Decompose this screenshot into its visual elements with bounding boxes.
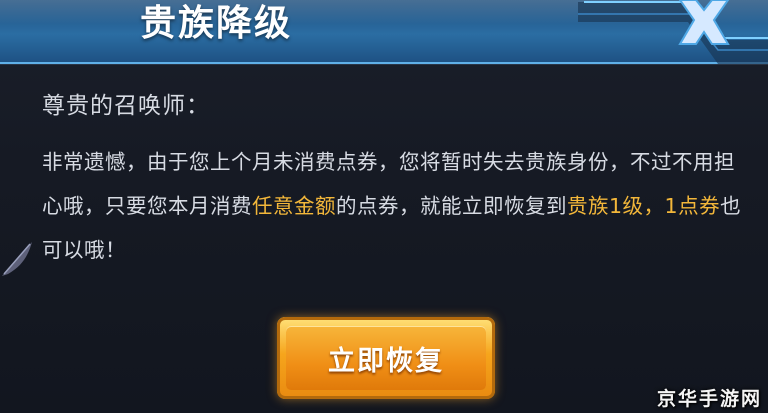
highlight-level: 贵族1级，1点券	[567, 194, 721, 218]
highlight-amount: 任意金额	[252, 194, 336, 218]
greeting-text: 尊贵的召唤师：	[42, 93, 210, 119]
message-part-2: 的点券，就能立即恢复到	[336, 194, 567, 218]
demotion-dialog: 贵族降级 尊贵的召唤师： 非常遗憾，由于您上个月未消费点券，您将暂时失去贵族身份…	[0, 0, 768, 413]
feather-icon	[2, 242, 32, 276]
site-watermark: 京华手游网	[656, 388, 762, 410]
close-button[interactable]	[666, 0, 742, 46]
restore-button-label: 立即恢复	[328, 346, 444, 377]
dialog-title: 贵族降级	[140, 3, 293, 44]
message-text: 非常遗憾，由于您上个月未消费点券，您将暂时失去贵族身份，不过不用担心哦，只要您本…	[42, 140, 742, 272]
header-divider	[0, 64, 768, 65]
dialog-header: 贵族降级	[0, 0, 768, 64]
restore-now-button[interactable]: 立即恢复	[277, 317, 495, 399]
close-icon	[678, 0, 730, 45]
